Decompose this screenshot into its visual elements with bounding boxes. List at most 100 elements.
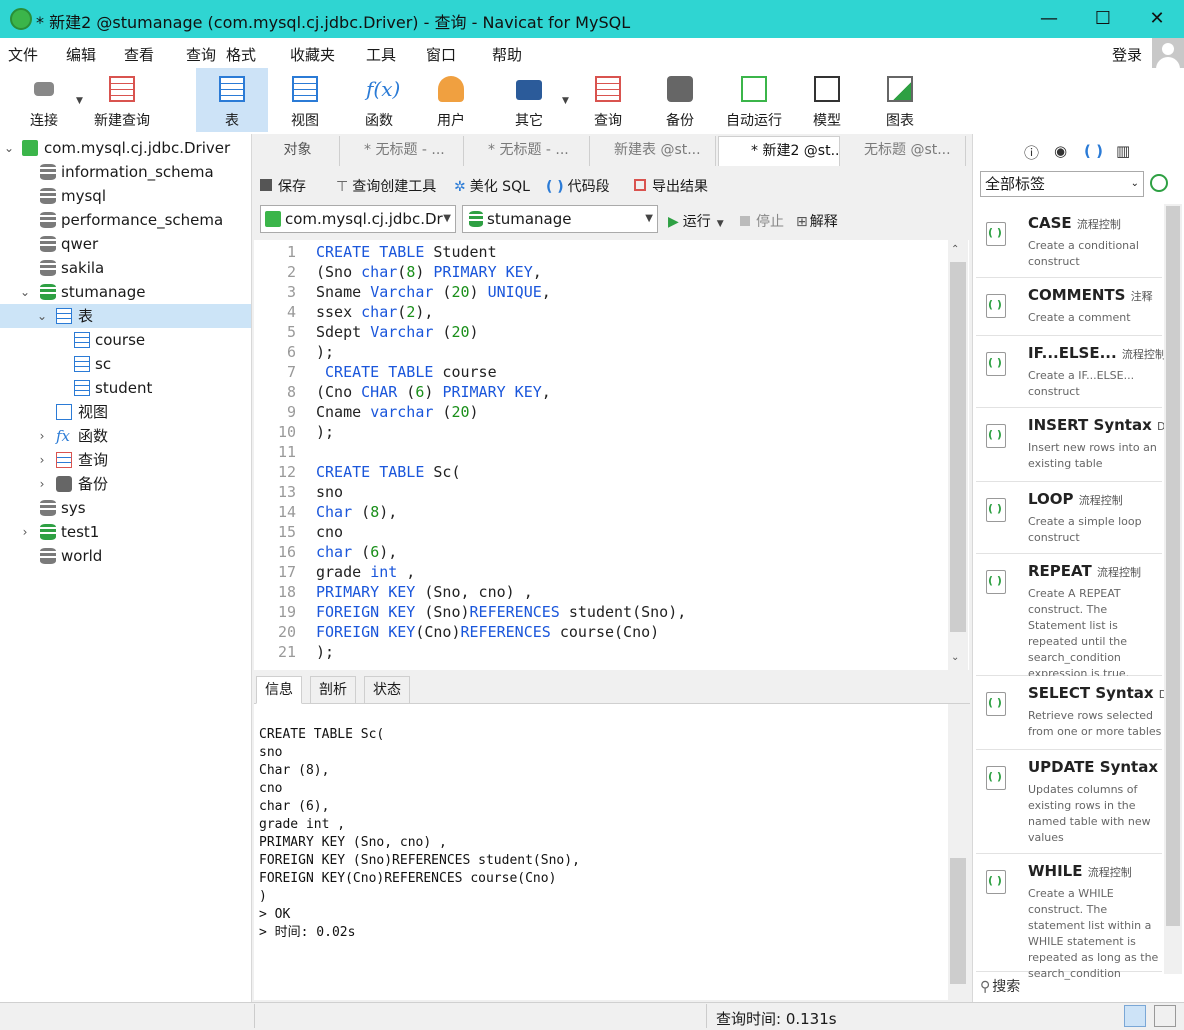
info-icon[interactable]: ⓘ (1024, 142, 1039, 163)
other-dropdown-icon[interactable]: ▼ (562, 96, 569, 106)
snippet-item[interactable]: UPDATE Syntax DI Updates columns of exist… (976, 750, 1175, 854)
snippet-scrollbar-thumb[interactable] (1166, 206, 1180, 926)
table-button[interactable]: 表 (196, 68, 268, 132)
auto-run-button[interactable]: 自动运行 (720, 68, 788, 132)
tree-views-folder[interactable]: 视图 (0, 400, 251, 424)
query-button[interactable]: 查询 (576, 68, 640, 132)
tree-db-sakila[interactable]: sakila (0, 256, 251, 280)
user-button[interactable]: 用户 (418, 68, 484, 132)
tab-info[interactable]: 信息 (256, 676, 302, 704)
function-button[interactable]: f(x) 函数 (346, 68, 412, 132)
run-button[interactable]: ▶ 运行 ▼ (668, 211, 724, 231)
view-button[interactable]: 视图 (272, 68, 338, 132)
line-number: 2 (286, 263, 296, 281)
tree-db-test1[interactable]: › test1 (0, 520, 251, 544)
preview-icon[interactable]: ◉ (1054, 142, 1067, 160)
close-button[interactable]: ✕ (1130, 0, 1184, 38)
tree-queries-folder[interactable]: › 查询 (0, 448, 251, 472)
menu-view[interactable]: 查看 (124, 44, 154, 65)
menu-query[interactable]: 查询 (186, 44, 216, 65)
snippet-search-input[interactable]: ⚲ 搜索 (976, 976, 1182, 1002)
connect-button[interactable]: 连接 (16, 68, 72, 132)
export-results-button[interactable]: 导出结果 (634, 176, 708, 196)
layout-toggle-icon[interactable] (1154, 1005, 1176, 1027)
snippet-item[interactable]: LOOP 流程控制 Create a simple loop construct (976, 482, 1162, 554)
snippet-item[interactable]: REPEAT 流程控制 Create A REPEAT construct. Th… (976, 554, 1162, 680)
explain-button[interactable]: ⊞ 解释 (796, 211, 838, 231)
menu-format[interactable]: 格式 (226, 44, 256, 65)
model-button[interactable]: 模型 (796, 68, 858, 132)
snippet-item[interactable]: COMMENTS 注释 Create a comment (976, 278, 1162, 336)
tree-backups-folder[interactable]: › 备份 (0, 472, 251, 496)
scroll-up-icon[interactable]: ⌃ (951, 244, 959, 255)
tab-untitled-3[interactable]: 无标题 @st... (842, 136, 966, 166)
connection-select[interactable]: com.mysql.cj.jdbc.Dr ▼ (260, 205, 456, 233)
snippet-icon (986, 766, 1006, 790)
snippet-filter-select[interactable]: 全部标签 ⌄ (980, 171, 1144, 197)
code-snippet-button[interactable]: ( ) 代码段 (546, 176, 610, 196)
code-line: cno (316, 523, 344, 541)
scroll-down-icon[interactable]: ⌄ (951, 652, 959, 663)
connection-icon (265, 211, 281, 227)
tree-db-stumanage[interactable]: ⌄ stumanage (0, 280, 251, 304)
layout-icon[interactable]: ▥ (1116, 142, 1130, 160)
tree-db-world[interactable]: world (0, 544, 251, 568)
menu-favorites[interactable]: 收藏夹 (290, 44, 335, 65)
minimize-button[interactable]: — (1022, 0, 1076, 38)
tree-table-sc[interactable]: sc (0, 352, 251, 376)
tree-functions-folder[interactable]: › fx 函数 (0, 424, 251, 448)
chart-button[interactable]: 图表 (868, 68, 932, 132)
line-number: 3 (286, 283, 296, 301)
line-number: 19 (277, 603, 296, 621)
beautify-sql-button[interactable]: ✲ 美化 SQL (454, 176, 530, 196)
database-select[interactable]: stumanage ▼ (462, 205, 658, 233)
tree-db-performance-schema[interactable]: performance_schema (0, 208, 251, 232)
line-number: 20 (277, 623, 296, 641)
tree-tables-folder[interactable]: ⌄ 表 (0, 304, 251, 328)
menu-tools[interactable]: 工具 (366, 44, 396, 65)
other-button[interactable]: 其它 (496, 68, 562, 132)
avatar[interactable] (1152, 38, 1184, 70)
menu-edit[interactable]: 编辑 (66, 44, 96, 65)
tab-objects[interactable]: 对象 (256, 136, 340, 166)
login-link[interactable]: 登录 (1112, 44, 1142, 65)
menu-help[interactable]: 帮助 (492, 44, 522, 65)
new-query-button[interactable]: 新建查询 (88, 68, 156, 132)
status-bar (0, 1002, 1184, 1030)
backup-button[interactable]: 备份 (648, 68, 712, 132)
tree-db-qwer[interactable]: qwer (0, 232, 251, 256)
tree-table-student[interactable]: student (0, 376, 251, 400)
tab-status[interactable]: 状态 (364, 676, 410, 704)
menu-window[interactable]: 窗口 (426, 44, 456, 65)
tab-profile[interactable]: 剖析 (310, 676, 356, 704)
tree-table-course[interactable]: course (0, 328, 251, 352)
snippet-item[interactable]: SELECT Syntax DM Retrieve rows selected f… (976, 676, 1177, 750)
code-snippet-icon[interactable]: ( ) (1084, 142, 1103, 160)
tree-db-information-schema[interactable]: information_schema (0, 160, 251, 184)
add-snippet-icon[interactable] (1150, 174, 1168, 192)
run-dropdown-icon[interactable]: ▼ (717, 219, 724, 229)
snippet-item[interactable]: CASE 流程控制 Create a conditional construct (976, 206, 1162, 278)
tree-db-sys[interactable]: sys (0, 496, 251, 520)
snippet-item[interactable]: IF...ELSE... 流程控制 Create a IF...ELSE... c… (976, 336, 1166, 408)
query-builder-button[interactable]: ⊤ 查询创建工具 (336, 176, 436, 196)
stop-icon (740, 216, 750, 226)
tab-untitled-1[interactable]: * 无标题 - ... (342, 136, 464, 166)
menu-file[interactable]: 文件 (8, 44, 38, 65)
tab-untitled-2[interactable]: * 无标题 - ... (466, 136, 590, 166)
snippet-item[interactable]: WHILE 流程控制 Create a WHILE construct. The … (976, 854, 1162, 980)
result-scrollbar-thumb[interactable] (950, 858, 966, 984)
maximize-button[interactable]: ☐ (1076, 0, 1130, 38)
save-button[interactable]: 保存 (260, 176, 306, 196)
line-number: 5 (286, 323, 296, 341)
stop-button[interactable]: 停止 (740, 211, 784, 231)
connect-dropdown-icon[interactable]: ▼ (76, 96, 83, 106)
editor-scrollbar-thumb[interactable] (950, 262, 966, 632)
tab-new-query-2[interactable]: * 新建2 @st... (718, 136, 840, 166)
tree-connection[interactable]: ⌄ com.mysql.cj.jdbc.Driver (0, 136, 251, 160)
backup-icon (667, 76, 693, 102)
tab-new-table[interactable]: 新建表 @st... (592, 136, 716, 166)
tree-db-mysql[interactable]: mysql (0, 184, 251, 208)
layout-toggle-icon[interactable] (1124, 1005, 1146, 1027)
snippet-item[interactable]: INSERT Syntax DM Insert new rows into an … (976, 408, 1175, 482)
